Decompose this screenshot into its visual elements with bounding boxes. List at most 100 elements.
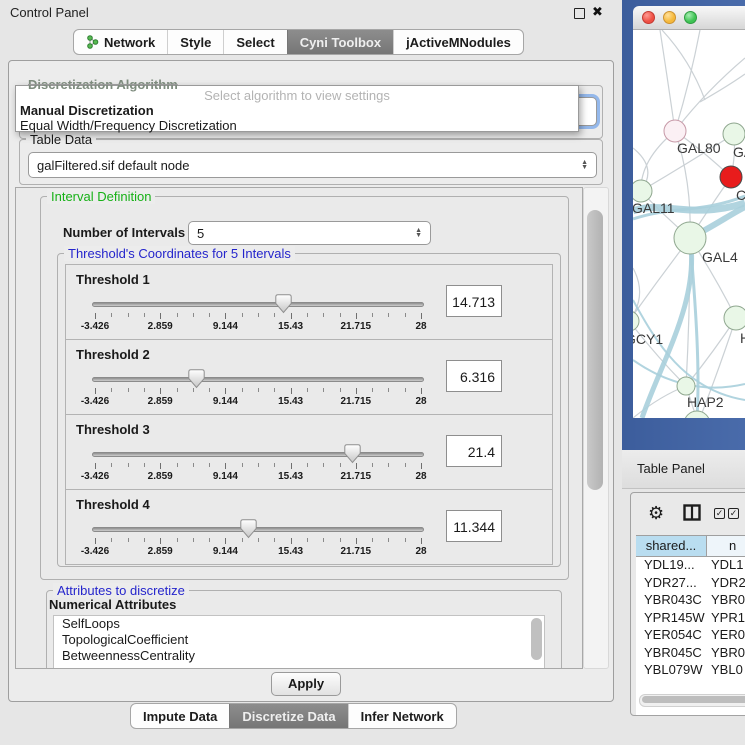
slider-tick xyxy=(144,388,145,392)
float-window-icon[interactable] xyxy=(574,8,585,19)
tab-impute-data[interactable]: Impute Data xyxy=(131,704,229,728)
panel-scrollbar-thumb[interactable] xyxy=(587,210,603,490)
slider-tick xyxy=(111,313,112,317)
table-scrollbar-thumb[interactable] xyxy=(642,696,745,703)
cell-shared-name[interactable]: YBL079W xyxy=(636,661,707,679)
cell-name[interactable]: YER0 xyxy=(707,626,745,644)
slider-tick xyxy=(209,313,210,317)
algorithm-option[interactable]: Equal Width/Frequency Discretization xyxy=(16,118,578,133)
network-node[interactable] xyxy=(684,411,710,418)
table-row[interactable]: YDL19...YDL1 xyxy=(636,556,745,574)
cell-shared-name[interactable]: YBR043C xyxy=(636,591,707,609)
table-row[interactable]: YBR045CYBR0 xyxy=(636,644,745,662)
tab-style[interactable]: Style xyxy=(167,30,223,54)
cell-name[interactable]: YDL1 xyxy=(707,556,744,574)
slider-thumb[interactable] xyxy=(275,294,292,314)
cell-name[interactable]: YBL0 xyxy=(707,661,743,679)
cell-name[interactable]: YBR0 xyxy=(707,591,745,609)
threshold-value-field[interactable]: 6.316 xyxy=(446,360,502,392)
tab-cyni-toolbox[interactable]: Cyni Toolbox xyxy=(287,30,393,54)
panel-title: Control Panel xyxy=(10,5,89,20)
slider-track[interactable] xyxy=(92,452,424,457)
slider-thumb[interactable] xyxy=(344,444,361,464)
network-node-gcy1[interactable] xyxy=(633,311,639,331)
discretization-algorithm-title: Discretization Algorithm xyxy=(25,77,181,92)
checkbox-icon[interactable]: ✓ xyxy=(714,508,725,519)
table-row[interactable]: YER054CYER0 xyxy=(636,626,745,644)
table-row[interactable]: YDR27...YDR2 xyxy=(636,574,745,592)
column-header-name[interactable]: n xyxy=(707,536,745,556)
tab-network[interactable]: Network xyxy=(74,30,167,54)
column-header-shared-name[interactable]: shared... xyxy=(636,536,707,556)
slider-tick xyxy=(128,313,129,317)
slider-thumb[interactable] xyxy=(240,519,257,539)
control-panel-titlebar: Control Panel ✖ xyxy=(0,0,622,24)
cell-name[interactable]: YLR3 xyxy=(707,679,744,684)
gear-icon[interactable]: ⚙ xyxy=(648,504,664,522)
table-row[interactable]: YBR043CYBR0 xyxy=(636,591,745,609)
tab-discretize-data[interactable]: Discretize Data xyxy=(229,704,347,728)
network-icon xyxy=(86,35,99,49)
network-node-ga[interactable] xyxy=(723,123,745,145)
checkbox-icon[interactable]: ✓ xyxy=(728,508,739,519)
cell-shared-name[interactable]: YBR045C xyxy=(636,644,707,662)
cell-shared-name[interactable]: YLR345W xyxy=(636,679,707,684)
slider-tick xyxy=(95,538,96,544)
network-node-h[interactable] xyxy=(724,306,745,330)
tab-select[interactable]: Select xyxy=(223,30,286,54)
cell-shared-name[interactable]: YPR145W xyxy=(636,609,707,627)
network-view-canvas[interactable]: GAL80GACGAL11GAL4GCY1HHAP2 xyxy=(633,30,745,418)
slider-track[interactable] xyxy=(92,527,424,532)
table-horizontal-scrollbar[interactable] xyxy=(639,694,745,707)
network-window-titlebar[interactable] xyxy=(633,6,745,30)
cell-name[interactable]: YBR0 xyxy=(707,644,745,662)
algorithm-option[interactable]: Manual Discretization xyxy=(16,103,578,118)
slider-tick xyxy=(323,463,324,467)
network-node-hap2[interactable] xyxy=(677,377,695,395)
slider-tick-label: 28 xyxy=(415,321,426,332)
cell-shared-name[interactable]: YDL19... xyxy=(636,556,707,574)
thresholds-group: Threshold's Coordinates for 5 Intervals … xyxy=(57,253,561,567)
table-data-combobox[interactable]: galFiltered.sif default node ▲▼ xyxy=(28,152,597,178)
zoom-window-icon[interactable] xyxy=(684,11,697,24)
slider-track[interactable] xyxy=(92,377,424,382)
table-row[interactable]: YBL079WYBL0 xyxy=(636,661,745,679)
close-window-icon[interactable] xyxy=(642,11,655,24)
table-row[interactable]: YLR345WYLR3 xyxy=(636,679,745,684)
attribute-list-item[interactable]: SelfLoops xyxy=(54,616,544,632)
attributes-group-title: Attributes to discretize xyxy=(53,583,189,598)
threshold-label: Threshold 4 xyxy=(76,497,150,512)
cell-shared-name[interactable]: YER054C xyxy=(636,626,707,644)
close-panel-icon[interactable]: ✖ xyxy=(592,4,603,20)
cell-shared-name[interactable]: YDR27... xyxy=(636,574,707,592)
slider-tick xyxy=(144,463,145,467)
tab-jactivemnodules[interactable]: jActiveMNodules xyxy=(393,30,523,54)
tab-infer-network[interactable]: Infer Network xyxy=(348,704,456,728)
numerical-attributes-label: Numerical Attributes xyxy=(49,597,176,612)
minimize-window-icon[interactable] xyxy=(663,11,676,24)
table-row[interactable]: YPR145WYPR1 xyxy=(636,609,745,627)
threshold-value-field[interactable]: 21.4 xyxy=(446,435,502,467)
panel-vertical-scrollbar[interactable] xyxy=(583,187,609,669)
slider-tick xyxy=(356,313,357,319)
cell-name[interactable]: YDR2 xyxy=(707,574,745,592)
table-data-title: Table Data xyxy=(26,132,96,147)
cell-name[interactable]: YPR1 xyxy=(707,609,745,627)
threshold-value-field[interactable]: 14.713 xyxy=(446,285,502,317)
split-columns-icon[interactable] xyxy=(683,504,701,526)
network-node-gal80[interactable] xyxy=(664,120,686,142)
network-node-gal11[interactable] xyxy=(633,180,652,202)
number-of-intervals-combobox[interactable]: 5 ▲▼ xyxy=(188,221,431,245)
attribute-list-item[interactable]: BetweennessCentrality xyxy=(54,648,544,664)
slider-thumb[interactable] xyxy=(188,369,205,389)
slider-tick xyxy=(128,388,129,392)
interval-definition-title: Interval Definition xyxy=(47,189,155,204)
list-scrollbar-thumb[interactable] xyxy=(531,618,542,660)
threshold-value-field[interactable]: 11.344 xyxy=(446,510,502,542)
slider-tick xyxy=(307,463,308,467)
attribute-list-item[interactable]: TopologicalCoefficient xyxy=(54,632,544,648)
slider-track[interactable] xyxy=(92,302,424,307)
slider-tick xyxy=(421,463,422,469)
network-node-c[interactable] xyxy=(720,166,742,188)
apply-button[interactable]: Apply xyxy=(271,672,341,696)
